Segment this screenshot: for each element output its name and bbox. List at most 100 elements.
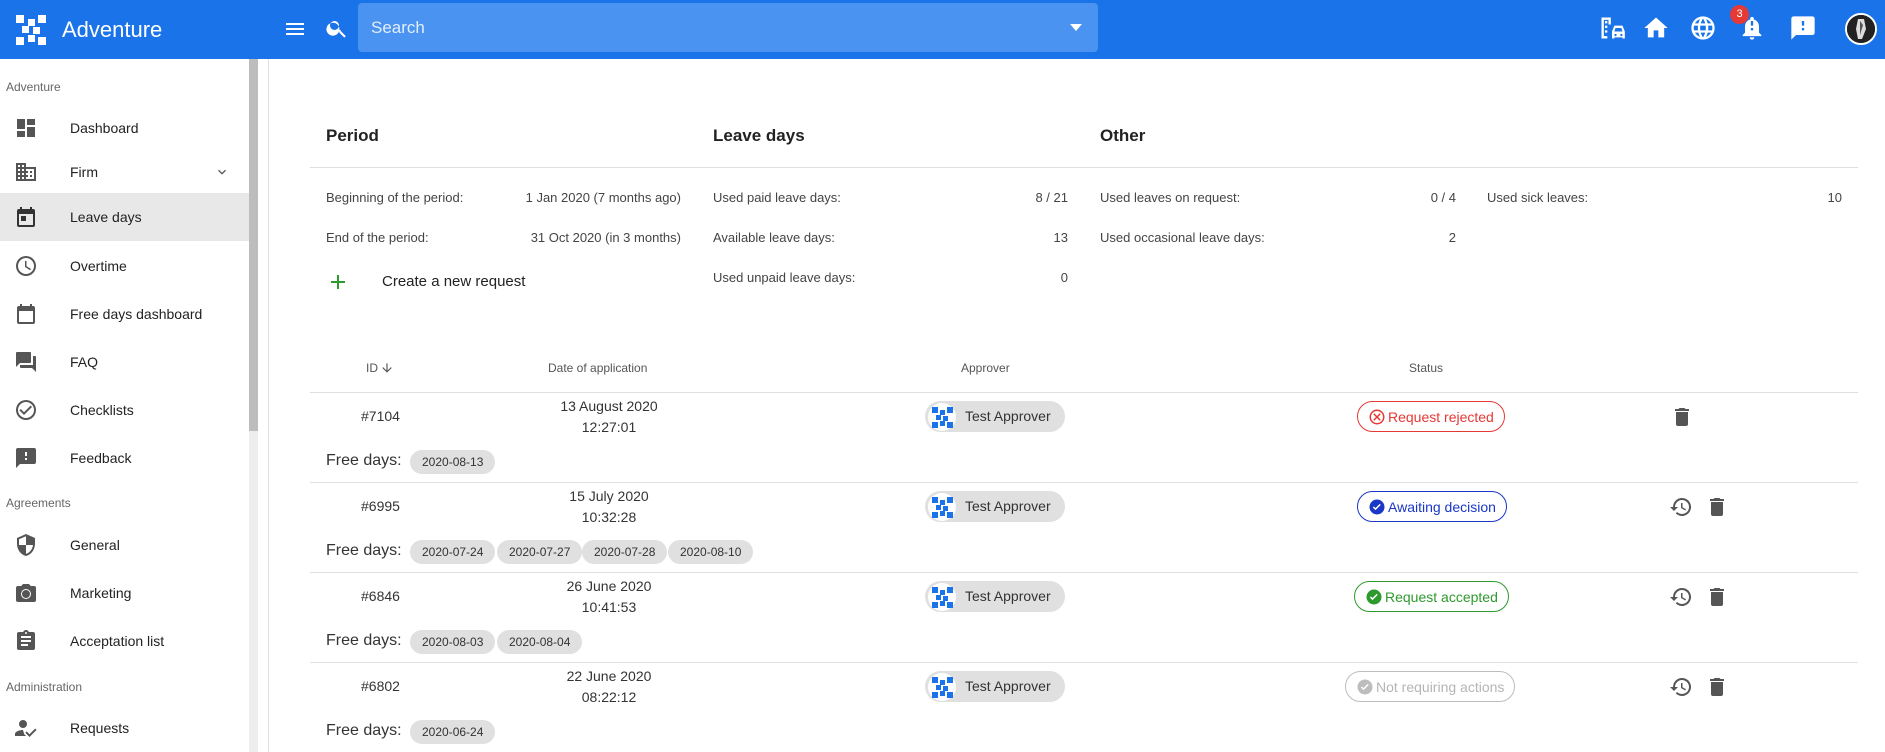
request-id: #6995: [361, 498, 400, 514]
status-label: Request rejected: [1388, 408, 1494, 425]
header-id[interactable]: ID: [366, 361, 394, 375]
home-icon[interactable]: [1642, 14, 1670, 42]
request-date: 13 August 2020 12:27:01: [529, 396, 689, 438]
delete-icon[interactable]: [1705, 675, 1729, 699]
clipboard-icon: [17, 630, 35, 650]
sidebar: Adventure Dashboard Firm Leave days Over…: [0, 59, 258, 752]
request-date: 26 June 2020 10:41:53: [529, 576, 689, 618]
sidebar-item-overtime[interactable]: Overtime: [0, 243, 249, 289]
begin-label: Beginning of the period:: [326, 190, 464, 205]
free-day-chip: 2020-07-27: [497, 540, 583, 564]
approver-chip[interactable]: Test Approver: [925, 671, 1065, 702]
period-heading: Period: [326, 126, 379, 145]
occasional-value: 2: [1448, 230, 1456, 245]
sidebar-item-requests[interactable]: Requests: [0, 705, 249, 751]
sidebar-item-label: Marketing: [70, 585, 132, 601]
on-request-label: Used leaves on request:: [1100, 190, 1241, 205]
request-id: #6802: [361, 678, 400, 694]
request-id: #6846: [361, 588, 400, 604]
chevron-down-icon[interactable]: [214, 164, 230, 180]
sidebar-item-checklists[interactable]: Checklists: [0, 387, 249, 433]
sick-label: Used sick leaves:: [1487, 190, 1589, 205]
brand[interactable]: Adventure: [0, 0, 250, 59]
feedback-alert-icon[interactable]: [1789, 14, 1817, 42]
sidebar-item-label: Requests: [70, 720, 130, 736]
building-icon: [16, 163, 36, 181]
approver-chip[interactable]: Test Approver: [925, 581, 1065, 612]
approver-logo-icon: [928, 583, 956, 611]
arrow-down-icon[interactable]: [380, 361, 394, 375]
status-label: Request accepted: [1385, 588, 1498, 605]
restore-icon[interactable]: [1669, 495, 1693, 519]
free-days-label: Free days:: [326, 632, 402, 649]
sidebar-item-marketing[interactable]: Marketing: [0, 570, 249, 616]
menu-icon[interactable]: [283, 17, 307, 41]
approver-name: Test Approver: [965, 408, 1051, 424]
free-day-chip: 2020-06-24: [410, 720, 496, 744]
sick-value: 10: [1827, 190, 1842, 205]
sidebar-item-dashboard[interactable]: Dashboard: [0, 105, 249, 151]
sidebar-item-label: Free days dashboard: [70, 306, 203, 322]
delete-icon[interactable]: [1670, 405, 1694, 429]
divider: [310, 662, 1858, 663]
restore-icon[interactable]: [1669, 585, 1693, 609]
free-day-chip: 2020-08-04: [497, 630, 583, 654]
divider: [310, 167, 1858, 168]
section-label-administration: Administration: [6, 680, 83, 694]
car-building-icon[interactable]: [1598, 14, 1626, 42]
status-badge: Not requiring actions: [1345, 671, 1516, 702]
restore-icon[interactable]: [1669, 675, 1693, 699]
sidebar-scrollbar[interactable]: [249, 59, 258, 431]
free-day-chip: 2020-08-10: [668, 540, 754, 564]
camera-icon: [16, 584, 36, 602]
globe-icon[interactable]: [1689, 14, 1717, 42]
app-title: Adventure: [62, 16, 163, 42]
divider: [310, 482, 1858, 483]
sidebar-item-free-days-dashboard[interactable]: Free days dashboard: [0, 291, 249, 337]
header-date: Date of application: [548, 361, 648, 375]
divider: [310, 572, 1858, 573]
sidebar-item-acceptation-list[interactable]: Acceptation list: [0, 618, 249, 664]
approver-chip[interactable]: Test Approver: [925, 491, 1065, 522]
sidebar-item-label: FAQ: [70, 354, 99, 370]
delete-icon[interactable]: [1705, 585, 1729, 609]
status-label: Not requiring actions: [1376, 678, 1505, 695]
sidebar-item-leave-days[interactable]: Leave days: [0, 193, 249, 241]
request-id: #7104: [361, 408, 400, 424]
sidebar-item-label: Feedback: [70, 450, 132, 466]
chevron-down-icon[interactable]: [1070, 24, 1082, 31]
search-icon[interactable]: [325, 16, 349, 40]
top-app-bar: Adventure Search 3: [0, 0, 1885, 59]
request-date-time: 12:27:01: [581, 419, 637, 435]
approver-name: Test Approver: [965, 498, 1051, 514]
free-day-chip: 2020-07-28: [582, 540, 668, 564]
header-id-label: ID: [366, 361, 378, 375]
sidebar-item-label: General: [70, 537, 120, 553]
approver-chip[interactable]: Test Approver: [925, 401, 1065, 432]
feedback-icon: [16, 448, 36, 468]
sidebar-item-feedback[interactable]: Feedback: [0, 435, 249, 481]
approver-logo-icon: [928, 673, 956, 701]
end-value: 31 Oct 2020 (in 3 months): [530, 230, 681, 245]
check-circle-icon: [16, 400, 36, 420]
available-label: Available leave days:: [713, 230, 835, 245]
sidebar-item-label: Firm: [70, 164, 98, 180]
request-date: 15 July 2020 10:32:28: [529, 486, 689, 528]
avatar[interactable]: [1845, 13, 1877, 45]
sidebar-item-general[interactable]: General: [0, 522, 249, 568]
free-day-chip: 2020-08-13: [410, 450, 496, 474]
search-input[interactable]: Search: [358, 3, 1098, 52]
request-date-time: 10:41:53: [581, 599, 637, 615]
sidebar-item-label: Checklists: [70, 402, 134, 418]
calendar-blank-icon: [17, 304, 35, 324]
unpaid-label: Used unpaid leave days:: [713, 270, 856, 285]
section-label-adventure: Adventure: [6, 80, 61, 94]
begin-value: 1 Jan 2020 (7 months ago): [525, 190, 681, 205]
content-divider: [268, 59, 269, 752]
check-circle-icon: [1366, 589, 1382, 605]
sidebar-item-faq[interactable]: FAQ: [0, 339, 249, 385]
occasional-label: Used occasional leave days:: [1100, 230, 1265, 245]
delete-icon[interactable]: [1705, 495, 1729, 519]
other-heading: Other: [1100, 126, 1146, 145]
sidebar-item-firm[interactable]: Firm: [0, 149, 249, 195]
